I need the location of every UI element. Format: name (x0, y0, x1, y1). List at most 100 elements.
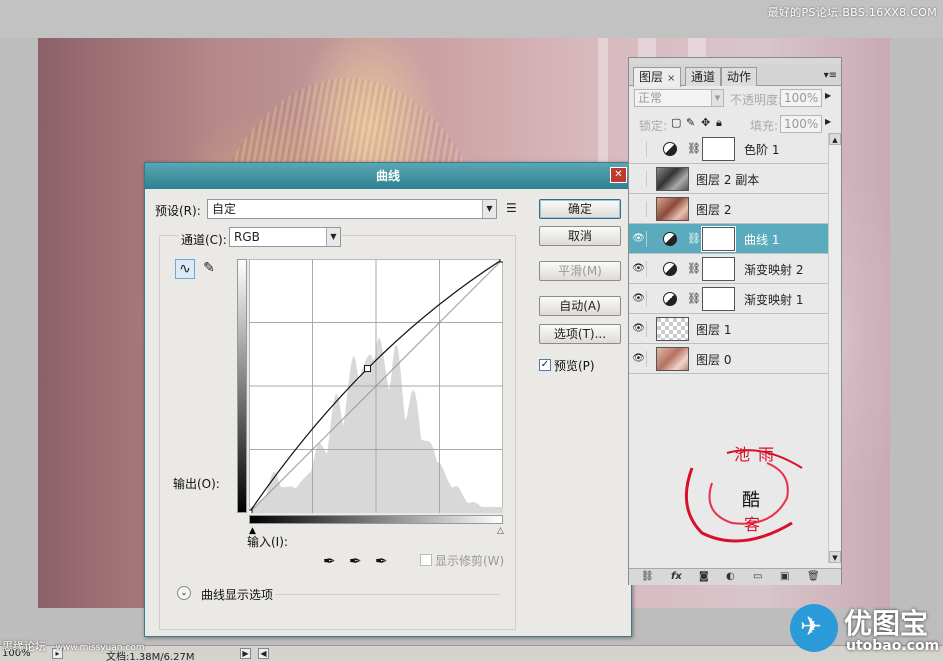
stamp-char: 酷 (742, 490, 760, 511)
cancel-button[interactable]: 取消 (539, 226, 621, 246)
preset-options-icon[interactable]: ☰ (506, 201, 517, 215)
layer-thumbnail[interactable] (656, 167, 689, 191)
link-layers-icon[interactable]: ⛓ (641, 571, 654, 582)
eye-icon[interactable]: 👁︎ (631, 351, 647, 367)
watermark-top: 最好的PS论坛:BBS.16XX8.COM (767, 6, 937, 19)
curves-graph[interactable] (249, 259, 503, 513)
tab-channels-label: 通道 (691, 70, 716, 84)
lock-transparency-icon[interactable]: ▢ (671, 116, 681, 129)
visibility-toggle[interactable] (631, 141, 647, 157)
trash-icon[interactable]: 🗑︎ (807, 571, 820, 582)
smooth-button[interactable]: 平滑(M) (539, 261, 621, 281)
new-adjustment-icon[interactable]: ◐ (726, 571, 735, 582)
black-eyedropper-icon[interactable]: ✒ (323, 552, 336, 570)
panel-menu-icon[interactable]: ▾≡ (824, 70, 837, 81)
layer-row[interactable]: 图层 2 (629, 194, 828, 224)
layers-scrollbar[interactable]: ▲ ▼ (828, 133, 841, 563)
curve-point-3[interactable] (499, 259, 503, 263)
visibility-toggle[interactable] (631, 201, 647, 217)
scroll-up-icon[interactable]: ▲ (829, 133, 841, 145)
white-point-slider[interactable]: △ (497, 526, 504, 536)
curves-dialog-titlebar[interactable]: 曲线 ✕ (145, 163, 631, 189)
link-icon: ⛓ (687, 292, 701, 305)
calligraphy-stamp: 池 雨 酷 客 (684, 445, 803, 543)
layer-name: 曲线 1 (744, 233, 780, 247)
new-layer-icon[interactable]: ▣ (780, 571, 789, 582)
close-icon[interactable]: × (667, 73, 675, 84)
auto-button[interactable]: 自动(A) (539, 296, 621, 316)
preview-checkbox[interactable]: ✓ (539, 359, 551, 371)
tab-actions-label: 动作 (727, 70, 752, 84)
ok-button[interactable]: 确定 (539, 199, 621, 219)
fx-icon[interactable]: fx (671, 571, 682, 582)
layer-mask-thumbnail[interactable] (702, 287, 735, 311)
blend-mode-select[interactable]: 正常 ▼ (634, 89, 724, 107)
chevron-down-icon[interactable]: ▼ (326, 228, 340, 246)
layer-row-selected[interactable]: 👁︎ ⛓ 曲线 1 (629, 224, 828, 254)
layer-thumbnail[interactable] (656, 317, 689, 341)
channel-value: RGB (234, 230, 260, 244)
logo-text-cn: 优图宝 (844, 607, 929, 640)
tab-channels[interactable]: 通道 (685, 67, 722, 86)
link-icon: ⛓ (687, 232, 701, 245)
lock-all-icon[interactable]: 🔒︎ (716, 116, 722, 130)
eye-icon[interactable]: 👁︎ (631, 261, 647, 277)
channel-label: 通道(C): (179, 231, 229, 248)
status-arrow-icon[interactable]: ▶ (240, 648, 251, 659)
layer-mask-thumbnail[interactable] (702, 257, 735, 281)
opacity-value: 100% (784, 91, 819, 105)
layer-mask-thumbnail[interactable] (702, 137, 735, 161)
layer-row[interactable]: 👁︎ ⛓ 渐变映射 1 (629, 284, 828, 314)
preset-select[interactable]: 自定 ▼ (207, 199, 497, 219)
stamp-char: 客 (744, 515, 760, 534)
eye-icon[interactable]: 👁︎ (631, 231, 647, 247)
curve-point-tool-icon[interactable]: ∿ (175, 259, 195, 279)
eye-icon[interactable]: 👁︎ (631, 291, 647, 307)
adjustment-layer-icon (663, 232, 677, 246)
options-button[interactable]: 选项(T)... (539, 324, 621, 344)
add-mask-icon[interactable]: ◙ (699, 571, 709, 582)
watermark-bottom: 思缘论坛 www.missyuan.com (2, 638, 145, 654)
preset-label: 预设(R): (155, 204, 201, 218)
curve-point-2[interactable] (364, 365, 372, 373)
eye-icon[interactable]: 👁︎ (631, 321, 647, 337)
tab-layers[interactable]: 图层 × (633, 67, 682, 87)
show-clipping-checkbox[interactable] (420, 554, 432, 566)
visibility-toggle[interactable] (631, 171, 647, 187)
layer-thumbnail[interactable] (656, 347, 689, 371)
white-eyedropper-icon[interactable]: ✒ (375, 552, 388, 570)
layer-row[interactable]: 👁︎ 图层 1 (629, 314, 828, 344)
input-gradient-bar (249, 515, 503, 524)
lock-position-icon[interactable]: ✥ (701, 116, 710, 129)
layer-mask-thumbnail[interactable] (701, 226, 736, 252)
layer-row[interactable]: 图层 2 副本 (629, 164, 828, 194)
chevron-down-icon[interactable]: ▼ (711, 90, 723, 106)
new-group-icon[interactable]: ▭ (753, 571, 762, 582)
pencil-icon[interactable]: ✎ (199, 259, 219, 279)
adjustment-layer-icon (663, 292, 677, 306)
stamp-char: 池 (734, 445, 750, 464)
layer-name: 图层 2 (696, 203, 732, 217)
blend-mode-value: 正常 (638, 91, 663, 105)
fill-arrow-icon[interactable]: ▶ (825, 117, 831, 126)
scroll-left-icon[interactable]: ◀ (258, 648, 269, 659)
layer-name: 色阶 1 (744, 143, 780, 157)
layer-row[interactable]: 👁︎ 图层 0 (629, 344, 828, 374)
tab-actions[interactable]: 动作 (721, 67, 758, 86)
opacity-input[interactable]: 100% (780, 89, 822, 107)
curves-dialog: 曲线 ✕ 预设(R): 自定 ▼ ☰ 通道(C): RGB ▼ ∿ ✎ 输出(O… (144, 162, 632, 637)
layer-name: 图层 1 (696, 323, 732, 337)
fill-input[interactable]: 100% (780, 115, 822, 133)
opacity-arrow-icon[interactable]: ▶ (825, 91, 831, 100)
close-icon[interactable]: ✕ (610, 167, 627, 183)
chevron-double-down-icon[interactable]: ⌄ (177, 586, 191, 600)
layer-thumbnail[interactable] (656, 197, 689, 221)
channel-select[interactable]: RGB ▼ (229, 227, 341, 247)
chevron-down-icon[interactable]: ▼ (482, 200, 496, 218)
layer-row[interactable]: 👁︎ ⛓ 渐变映射 2 (629, 254, 828, 284)
gray-eyedropper-icon[interactable]: ✒ (349, 552, 362, 570)
layer-row[interactable]: ⛓ 色阶 1 (629, 134, 828, 164)
curve-point-1[interactable] (249, 509, 253, 513)
scroll-down-icon[interactable]: ▼ (829, 551, 841, 563)
lock-pixels-icon[interactable]: ✎ (686, 116, 695, 129)
